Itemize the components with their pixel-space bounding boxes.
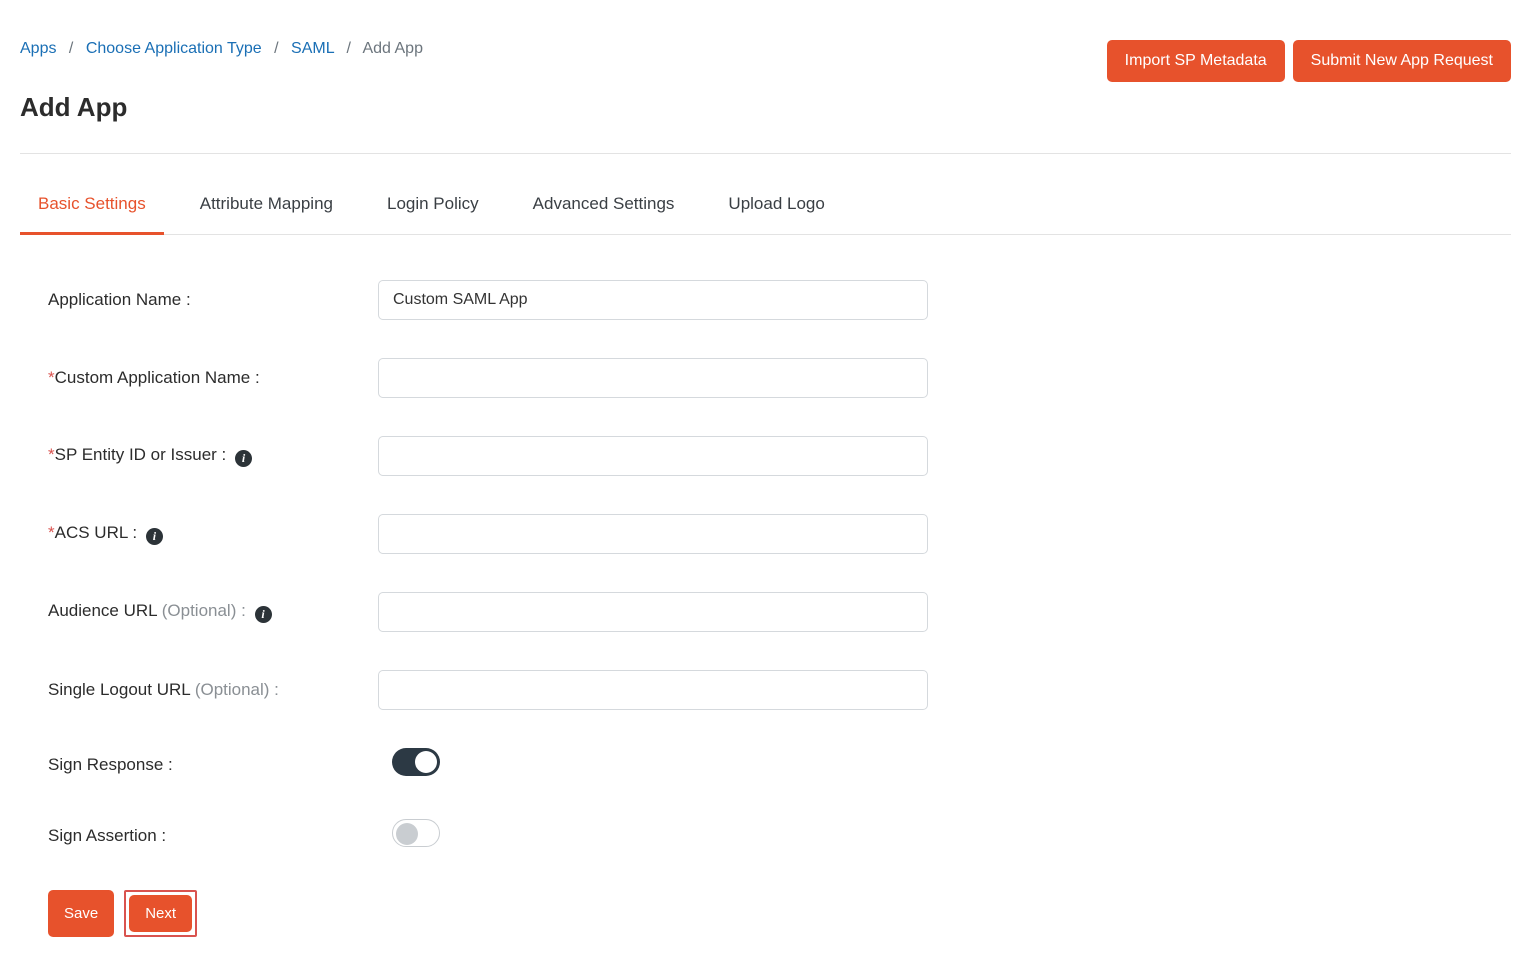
tab-advanced-settings[interactable]: Advanced Settings <box>515 194 693 234</box>
application-name-input[interactable] <box>378 280 928 320</box>
audience-url-label: Audience URL (Optional) : i <box>48 601 378 623</box>
custom-application-name-label: *Custom Application Name : <box>48 368 378 388</box>
breadcrumb-current: Add App <box>362 40 423 57</box>
save-button[interactable]: Save <box>48 890 114 937</box>
tab-basic-settings[interactable]: Basic Settings <box>20 194 164 235</box>
tab-login-policy[interactable]: Login Policy <box>369 194 497 234</box>
acs-url-input[interactable] <box>378 514 928 554</box>
custom-application-name-input[interactable] <box>378 358 928 398</box>
sign-response-toggle[interactable] <box>392 748 440 776</box>
basic-settings-form: Application Name : *Custom Application N… <box>20 280 980 937</box>
import-sp-metadata-button[interactable]: Import SP Metadata <box>1107 40 1285 82</box>
info-icon[interactable]: i <box>146 528 163 545</box>
sp-entity-id-label: *SP Entity ID or Issuer : i <box>48 445 378 467</box>
breadcrumb-saml[interactable]: SAML <box>291 40 334 57</box>
breadcrumb-apps[interactable]: Apps <box>20 40 56 57</box>
single-logout-url-label: Single Logout URL (Optional) : <box>48 680 378 700</box>
single-logout-url-input[interactable] <box>378 670 928 710</box>
tab-attribute-mapping[interactable]: Attribute Mapping <box>182 194 351 234</box>
tabs: Basic Settings Attribute Mapping Login P… <box>20 194 1511 235</box>
info-icon[interactable]: i <box>235 450 252 467</box>
info-icon[interactable]: i <box>255 606 272 623</box>
sign-assertion-label: Sign Assertion : <box>48 826 378 846</box>
sign-response-label: Sign Response : <box>48 755 378 775</box>
divider <box>20 153 1511 154</box>
breadcrumb-choose-type[interactable]: Choose Application Type <box>86 40 262 57</box>
next-button[interactable]: Next <box>129 895 192 932</box>
application-name-label: Application Name : <box>48 290 378 310</box>
audience-url-input[interactable] <box>378 592 928 632</box>
submit-new-app-request-button[interactable]: Submit New App Request <box>1293 40 1511 82</box>
next-button-highlight: Next <box>124 890 197 937</box>
sign-assertion-toggle[interactable] <box>392 819 440 847</box>
tab-upload-logo[interactable]: Upload Logo <box>710 194 842 234</box>
breadcrumb: Apps / Choose Application Type / SAML / … <box>20 40 423 58</box>
page-title: Add App <box>20 92 1511 123</box>
acs-url-label: *ACS URL : i <box>48 523 378 545</box>
sp-entity-id-input[interactable] <box>378 436 928 476</box>
